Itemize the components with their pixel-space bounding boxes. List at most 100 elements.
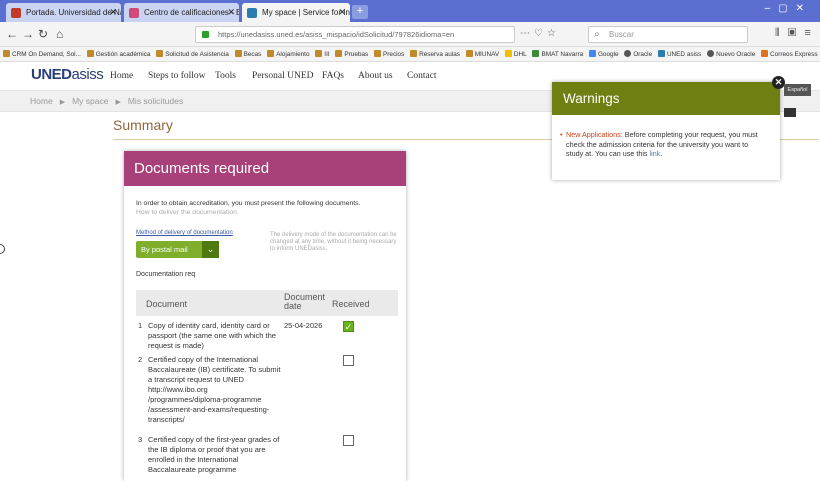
delivery-method-select[interactable]: By postal mail ⌄ bbox=[136, 241, 219, 258]
page-title: Summary bbox=[113, 117, 173, 133]
bullet-icon: • bbox=[560, 130, 563, 139]
bookmark-item[interactable]: BMAT Navarra bbox=[532, 47, 583, 61]
received-checkbox[interactable] bbox=[343, 435, 354, 446]
browser-nav-bar: ← → ↻ ⌂ https://unedasiss.uned.es/asiss_… bbox=[0, 22, 820, 47]
close-tab-icon[interactable]: ✕ bbox=[109, 3, 117, 22]
document-name: Certified copy of the first-year grades … bbox=[148, 435, 280, 474]
chevron-right-icon: ▶ bbox=[59, 99, 66, 106]
bookmark-icon bbox=[657, 50, 665, 57]
warning-highlight: New Applications: bbox=[566, 130, 623, 139]
lock-icon bbox=[202, 31, 209, 38]
bookmark-item[interactable]: Oracle bbox=[624, 47, 652, 61]
bookmark-item[interactable]: DHL bbox=[504, 47, 527, 61]
search-input[interactable]: ⌕ Buscar bbox=[588, 26, 748, 43]
home-icon[interactable]: ⌂ bbox=[56, 27, 63, 41]
tab-label: My space | Service for Internat bbox=[262, 8, 350, 17]
window-controls[interactable]: –▢✕ bbox=[765, 3, 812, 14]
warning-end: . bbox=[660, 149, 663, 158]
bookmark-item[interactable]: Solicitud de Asistencia bbox=[156, 47, 229, 61]
address-bar[interactable]: https://unedasiss.uned.es/asiss_mispacio… bbox=[195, 26, 515, 43]
col-document: Document bbox=[146, 299, 188, 309]
folder-icon bbox=[156, 50, 164, 57]
globe-icon bbox=[707, 50, 715, 57]
bookmarks-bar: CRM On Demand, Sol... Gestión académica … bbox=[0, 47, 820, 62]
warnings-popup: Warnings • New Applications: Before comp… bbox=[552, 82, 780, 180]
search-icon: ⌕ bbox=[594, 29, 600, 40]
col-received: Received bbox=[332, 299, 370, 309]
forward-arrow-icon[interactable]: → bbox=[22, 27, 34, 41]
menu-about[interactable]: About us bbox=[358, 71, 393, 81]
language-flag-icon[interactable] bbox=[784, 108, 796, 117]
chevron-right-icon: ▶ bbox=[115, 99, 121, 106]
col-date: Document date bbox=[284, 292, 326, 311]
close-tab-icon[interactable]: ✕ bbox=[338, 3, 346, 22]
menu-home[interactable]: Home bbox=[110, 71, 133, 81]
how-to-deliver-link[interactable]: How to deliver the documentation. bbox=[136, 209, 398, 218]
browser-tab-bar: Portada. Universidad de Navar ✕ Centro d… bbox=[0, 0, 820, 22]
bookmark-icon bbox=[3, 50, 10, 57]
folder-icon bbox=[267, 50, 275, 57]
bookmark-item[interactable]: Nuevo Oracle bbox=[707, 47, 755, 61]
folder-icon bbox=[86, 50, 94, 57]
url-text: https://unedasiss.uned.es/asiss_mispacio… bbox=[218, 30, 455, 39]
reload-icon[interactable]: ↻ bbox=[38, 27, 48, 41]
close-tab-icon[interactable]: ✕ bbox=[227, 3, 235, 22]
table-header: Document Document date Received bbox=[136, 290, 398, 316]
chevron-down-icon: ⌄ bbox=[202, 241, 219, 258]
new-tab-button[interactable]: + bbox=[352, 5, 368, 19]
edge-handle bbox=[0, 244, 5, 254]
row-number: 3 bbox=[138, 435, 143, 444]
delivery-method-value: By postal mail bbox=[141, 245, 188, 254]
document-name: Certified copy of the International Bacc… bbox=[148, 355, 281, 424]
warning-link[interactable]: link bbox=[650, 149, 661, 158]
received-checkbox[interactable] bbox=[343, 355, 354, 366]
bookmark-item[interactable]: III bbox=[315, 47, 330, 61]
breadcrumb-my-space[interactable]: My space bbox=[72, 96, 108, 106]
bookmark-item[interactable]: Gestión académica bbox=[86, 47, 150, 61]
folder-icon bbox=[374, 50, 381, 57]
language-selector[interactable]: Español bbox=[784, 84, 811, 96]
documents-required-panel: Documents required In order to obtain ac… bbox=[124, 151, 406, 481]
menu-steps[interactable]: Steps to follow bbox=[148, 71, 206, 81]
warnings-title: Warnings bbox=[552, 82, 780, 115]
bookmark-item[interactable]: Google bbox=[588, 47, 619, 61]
warnings-body: • New Applications: Before completing yo… bbox=[560, 130, 766, 159]
menu-tools[interactable]: Tools bbox=[215, 71, 236, 81]
bookmark-item[interactable]: Alojamiento bbox=[267, 47, 310, 61]
bookmark-item[interactable]: Pruebas bbox=[335, 47, 368, 61]
dhl-icon bbox=[504, 50, 512, 57]
breadcrumb-home[interactable]: Home bbox=[30, 96, 53, 106]
bookmark-item[interactable]: Precios bbox=[374, 47, 404, 61]
tab-label: Portada. Universidad de Navar bbox=[26, 8, 121, 17]
bookmark-item[interactable]: Correos Express bbox=[761, 47, 818, 61]
bookmark-item[interactable]: Reserva aulas bbox=[410, 47, 460, 61]
folder-icon bbox=[315, 50, 323, 57]
documents-panel-title: Documents required bbox=[124, 151, 406, 186]
back-arrow-icon[interactable]: ← bbox=[6, 27, 18, 41]
page-actions-icons[interactable]: ⋯♡☆ bbox=[520, 28, 560, 39]
tab-favicon-icon bbox=[11, 8, 21, 18]
bookmark-item[interactable]: MIUNAV bbox=[465, 47, 499, 61]
bookmark-item[interactable]: Becas bbox=[234, 47, 261, 61]
received-checkbox-checked[interactable]: ✓ bbox=[343, 321, 354, 332]
toolbar-icons[interactable]: ⫴▣≡ bbox=[775, 27, 819, 40]
browser-tab[interactable]: Portada. Universidad de Navar ✕ bbox=[6, 3, 121, 22]
unedasiss-logo[interactable]: UNEDasiss bbox=[31, 66, 104, 83]
row-number: 2 bbox=[138, 355, 143, 364]
menu-contact[interactable]: Contact bbox=[407, 71, 437, 81]
menu-personal-uned[interactable]: Personal UNED bbox=[252, 71, 313, 81]
tab-favicon-icon bbox=[247, 8, 257, 18]
documentation-req-label: Documentation req bbox=[136, 271, 196, 278]
folder-icon bbox=[465, 50, 473, 57]
bookmark-item[interactable]: CRM On Demand, Sol... bbox=[3, 47, 81, 61]
bookmark-item[interactable]: UNED asiss bbox=[657, 47, 701, 61]
browser-tab[interactable]: Centro de calificaciones - Estr ✕ bbox=[124, 3, 239, 22]
menu-faqs[interactable]: FAQs bbox=[322, 71, 344, 81]
folder-icon bbox=[410, 50, 418, 57]
delivery-method-label: Method of delivery of documentation bbox=[136, 230, 233, 236]
google-icon bbox=[588, 50, 596, 57]
tab-favicon-icon bbox=[129, 8, 139, 18]
breadcrumb-current: Mis solicitudes bbox=[127, 96, 184, 106]
browser-tab-active[interactable]: My space | Service for Internat ✕ bbox=[242, 3, 350, 22]
tab-label: Centro de calificaciones - Estr bbox=[144, 8, 239, 17]
